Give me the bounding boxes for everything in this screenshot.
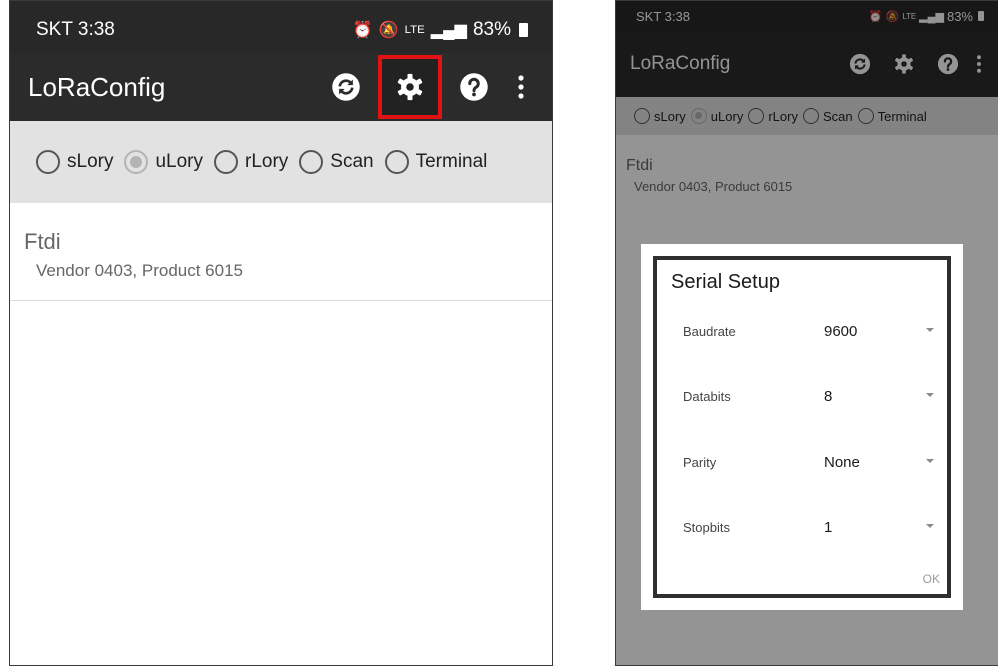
stopbits-select[interactable]: 1 <box>824 519 832 536</box>
status-icons: ⏰ 🔕 LTE ▂▄▆ 83% <box>352 19 528 41</box>
radio-option-slory[interactable]: sLory <box>36 150 113 174</box>
status-bar: SKT 3:38 ⏰ 🔕 LTE ▂▄▆ 83% <box>10 1 552 53</box>
databits-select[interactable]: 8 <box>824 388 832 405</box>
device-name: Ftdi <box>24 229 61 254</box>
mode-radio-group: sLory uLory rLory Scan Terminal <box>10 121 552 203</box>
right-phone-screen: SKT 3:38 ⏰ 🔕 LTE ▂▄▆ 83% LoRaConfig sLor… <box>615 0 998 666</box>
overflow-menu-button[interactable] <box>506 55 536 119</box>
stopbits-row: Stopbits 1 <box>657 512 947 542</box>
radio-label: uLory <box>155 151 203 172</box>
battery-percent: 83% <box>472 19 511 40</box>
overflow-menu-icon <box>518 75 524 99</box>
app-bar: LoRaConfig <box>10 53 552 121</box>
help-icon <box>460 73 488 101</box>
device-list-item[interactable]: Ftdi Vendor 0403, Product 6015 <box>10 203 552 301</box>
radio-label: Scan <box>330 151 374 172</box>
parity-row: Parity None <box>657 447 947 477</box>
radio-unchecked-icon <box>299 150 324 174</box>
left-phone-screen: SKT 3:38 ⏰ 🔕 LTE ▂▄▆ 83% LoRaConfig sLor… <box>9 0 553 666</box>
app-title: LoRaConfig <box>28 71 166 102</box>
field-label: Baudrate <box>683 323 736 339</box>
baudrate-select[interactable]: 9600 <box>824 323 857 340</box>
dropdown-arrow-icon[interactable] <box>926 459 934 463</box>
field-label: Stopbits <box>683 519 730 535</box>
radio-label: Terminal <box>415 151 488 172</box>
dropdown-arrow-icon[interactable] <box>926 328 934 332</box>
settings-button[interactable] <box>378 55 442 119</box>
radio-option-scan[interactable]: Scan <box>299 150 374 174</box>
parity-select[interactable]: None <box>824 454 860 471</box>
signal-icon: ▂▄▆ <box>430 21 467 39</box>
ok-button[interactable]: OK <box>919 570 944 588</box>
settings-gear-icon <box>397 73 423 101</box>
status-carrier-time: SKT 3:38 <box>36 19 115 40</box>
radio-option-rlory[interactable]: rLory <box>214 150 288 174</box>
radio-option-ulory[interactable]: uLory <box>124 150 203 174</box>
field-label: Parity <box>683 454 717 470</box>
device-detail: Vendor 0403, Product 6015 <box>36 261 243 280</box>
radio-label: rLory <box>245 151 289 172</box>
databits-row: Databits 8 <box>657 381 947 411</box>
radio-checked-icon <box>124 150 149 174</box>
app-bar-actions <box>314 55 536 119</box>
radio-unchecked-icon <box>214 150 238 174</box>
dialog-title: Serial Setup <box>671 271 780 293</box>
dropdown-arrow-icon[interactable] <box>926 393 934 397</box>
network-type-label: LTE <box>404 24 425 36</box>
serial-setup-dialog: Serial Setup Baudrate 9600 Databits 8 Pa… <box>641 244 963 610</box>
refresh-icon <box>332 73 360 101</box>
baudrate-row: Baudrate 9600 <box>657 316 947 346</box>
help-button[interactable] <box>442 55 506 119</box>
radio-unchecked-icon <box>36 150 60 174</box>
battery-icon <box>519 23 528 37</box>
refresh-button[interactable] <box>314 55 378 119</box>
mute-icon: 🔕 <box>378 21 399 39</box>
dialog-frame: Serial Setup Baudrate 9600 Databits 8 Pa… <box>653 256 951 598</box>
radio-label: sLory <box>67 151 114 172</box>
radio-unchecked-icon <box>384 150 409 174</box>
field-label: Databits <box>683 388 731 404</box>
alarm-icon: ⏰ <box>352 21 373 39</box>
dropdown-arrow-icon[interactable] <box>926 524 934 528</box>
radio-option-terminal[interactable]: Terminal <box>384 150 488 174</box>
